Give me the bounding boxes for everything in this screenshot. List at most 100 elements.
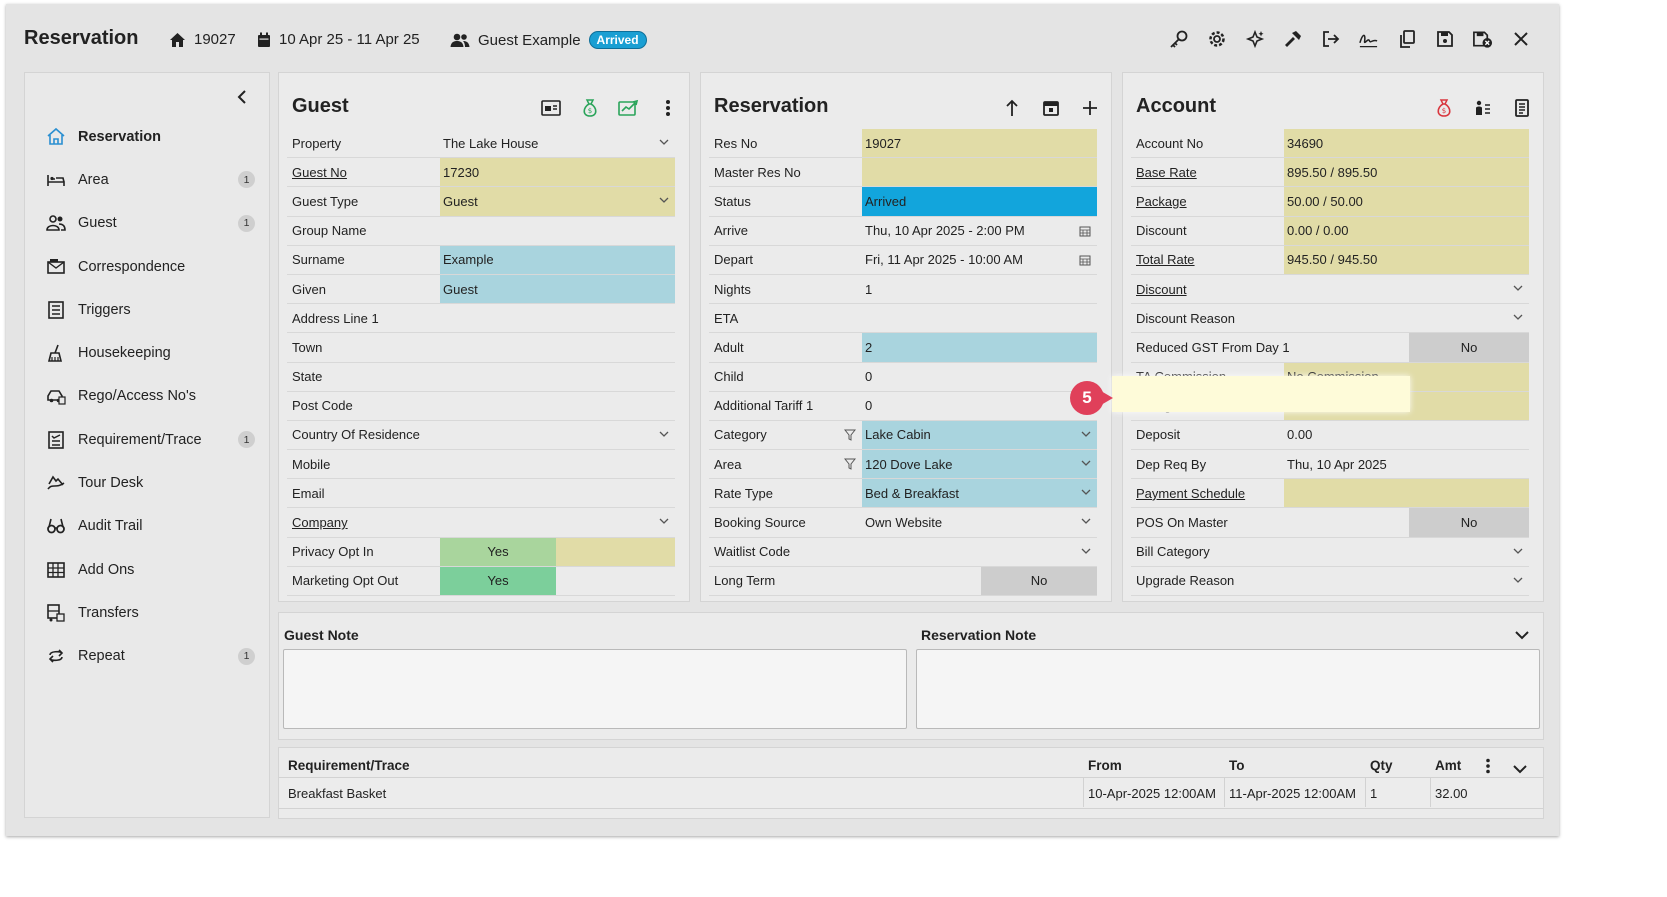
field-label[interactable]: Package (1136, 187, 1187, 215)
sparkle-icon[interactable] (1244, 28, 1265, 49)
collapse-sidebar-icon[interactable] (235, 89, 253, 107)
chevron-down-icon[interactable] (1513, 546, 1523, 556)
field-label[interactable]: Discount (1136, 275, 1187, 303)
sidebar-item-add-ons[interactable]: Add Ons (25, 548, 269, 591)
calendar-picker-icon[interactable] (1079, 225, 1091, 237)
sidebar-item-rego-access-no-s[interactable]: Rego/Access No's (25, 375, 269, 418)
money-bag-red-icon[interactable]: $ (1433, 97, 1455, 119)
yes-no-toggle[interactable]: No (981, 566, 1097, 595)
chevron-down-icon[interactable] (1513, 312, 1523, 322)
field-value[interactable] (862, 158, 1097, 187)
invoice-icon[interactable] (1511, 97, 1533, 119)
sidebar-item-housekeeping[interactable]: Housekeeping (25, 331, 269, 374)
money-bag-icon[interactable]: $ (579, 97, 601, 119)
field-value[interactable] (440, 304, 675, 332)
gear-icon[interactable] (1206, 28, 1227, 49)
field-value[interactable]: 0.00 (1284, 421, 1529, 449)
field-value[interactable]: Example (440, 245, 675, 274)
field-value[interactable] (440, 479, 675, 507)
move-up-icon[interactable] (1001, 97, 1023, 119)
field-value[interactable]: Bed & Breakfast (862, 479, 1097, 508)
field-value[interactable]: 17230 (440, 158, 675, 187)
field-value[interactable] (1284, 538, 1529, 566)
yes-no-toggle[interactable]: No (1409, 333, 1529, 362)
field-value[interactable] (440, 392, 675, 420)
calendar-picker-icon[interactable] (1079, 254, 1091, 266)
field-value[interactable]: Thu, 10 Apr 2025 - 2:00 PM (862, 217, 1097, 245)
field-value[interactable]: 120 Dove Lake (862, 450, 1097, 479)
field-value[interactable] (1284, 275, 1529, 303)
close-icon[interactable] (1510, 28, 1531, 49)
field-value[interactable] (440, 333, 675, 361)
field-value[interactable] (1284, 567, 1529, 595)
more-vertical-icon[interactable] (1485, 758, 1491, 779)
field-label[interactable]: Total Rate (1136, 246, 1195, 274)
exit-icon[interactable] (1320, 28, 1341, 49)
field-value[interactable] (862, 538, 1097, 566)
field-value[interactable]: Fri, 11 Apr 2025 - 10:00 AM (862, 246, 1097, 274)
reservation-note-input[interactable] (916, 649, 1540, 729)
field-value[interactable]: Guest (440, 274, 675, 304)
sidebar-item-requirement-trace[interactable]: Requirement/Trace 1 (25, 418, 269, 461)
yes-no-toggle[interactable]: Yes (440, 537, 556, 566)
field-label[interactable]: Company (292, 508, 348, 536)
sidebar-item-correspondence[interactable]: Correspondence (25, 245, 269, 288)
save-icon[interactable] (1434, 28, 1455, 49)
save-close-icon[interactable] (1472, 28, 1493, 49)
field-value[interactable]: 0 (862, 363, 1097, 391)
field-value[interactable]: 2 (862, 333, 1097, 362)
field-value[interactable]: Own Website (862, 508, 1097, 536)
field-value[interactable] (862, 304, 1097, 332)
field-value[interactable]: 1 (862, 275, 1097, 303)
key-icon[interactable] (1168, 28, 1189, 49)
yes-no-toggle[interactable]: No (1409, 508, 1529, 537)
chevron-down-icon[interactable] (1081, 458, 1091, 468)
guest-note-input[interactable] (283, 649, 907, 729)
sidebar-item-triggers[interactable]: Triggers (25, 288, 269, 331)
signature-icon[interactable] (1358, 28, 1379, 49)
chevron-down-icon[interactable] (1081, 487, 1091, 497)
chevron-down-icon[interactable] (1513, 283, 1523, 293)
field-value[interactable]: 0 (862, 392, 1097, 420)
chevron-down-icon[interactable] (1081, 516, 1091, 526)
field-value[interactable]: Thu, 10 Apr 2025 (1284, 450, 1529, 478)
chevron-down-icon[interactable] (659, 195, 669, 205)
field-value[interactable]: Arrived (862, 187, 1097, 216)
field-label[interactable]: Guest No (292, 158, 347, 186)
field-label[interactable]: Base Rate (1136, 158, 1197, 186)
add-icon[interactable] (1079, 97, 1101, 119)
wrench-icon[interactable] (1282, 28, 1303, 49)
field-value[interactable] (440, 450, 675, 478)
field-value[interactable] (1284, 479, 1529, 508)
sidebar-item-tour-desk[interactable]: Tour Desk (25, 461, 269, 504)
field-label[interactable]: Payment Schedule (1136, 479, 1245, 507)
field-value[interactable] (440, 421, 675, 449)
sidebar-item-guest[interactable]: Guest 1 (25, 202, 269, 245)
chevron-down-icon[interactable] (1513, 575, 1523, 585)
split-account-icon[interactable] (1472, 97, 1494, 119)
calendar-add-icon[interactable] (1040, 97, 1062, 119)
chevron-down-icon[interactable] (1081, 546, 1091, 556)
field-value[interactable]: Guest (440, 187, 675, 216)
field-value[interactable] (440, 363, 675, 391)
field-value[interactable] (1284, 304, 1529, 332)
copy-icon[interactable] (1396, 28, 1417, 49)
more-vertical-icon[interactable] (657, 97, 679, 119)
chevron-down-icon[interactable] (659, 516, 669, 526)
sidebar-item-area[interactable]: Area 1 (25, 158, 269, 201)
chevron-down-icon[interactable] (659, 137, 669, 147)
chevron-down-icon[interactable] (659, 429, 669, 439)
field-value[interactable]: The Lake House (440, 129, 675, 157)
chart-card-icon[interactable] (618, 97, 640, 119)
field-value[interactable] (440, 508, 675, 536)
collapse-notes-icon[interactable] (1515, 627, 1529, 645)
sidebar-item-reservation[interactable]: Reservation (25, 115, 269, 158)
id-card-icon[interactable] (540, 97, 562, 119)
sidebar-item-audit-trail[interactable]: Audit Trail (25, 505, 269, 548)
yes-no-toggle[interactable]: Yes (440, 566, 556, 595)
field-value[interactable] (440, 217, 675, 245)
sidebar-item-transfers[interactable]: Transfers (25, 591, 269, 634)
filter-icon[interactable] (844, 429, 856, 441)
sidebar-item-repeat[interactable]: Repeat 1 (25, 635, 269, 678)
chevron-down-icon[interactable] (1081, 429, 1091, 439)
